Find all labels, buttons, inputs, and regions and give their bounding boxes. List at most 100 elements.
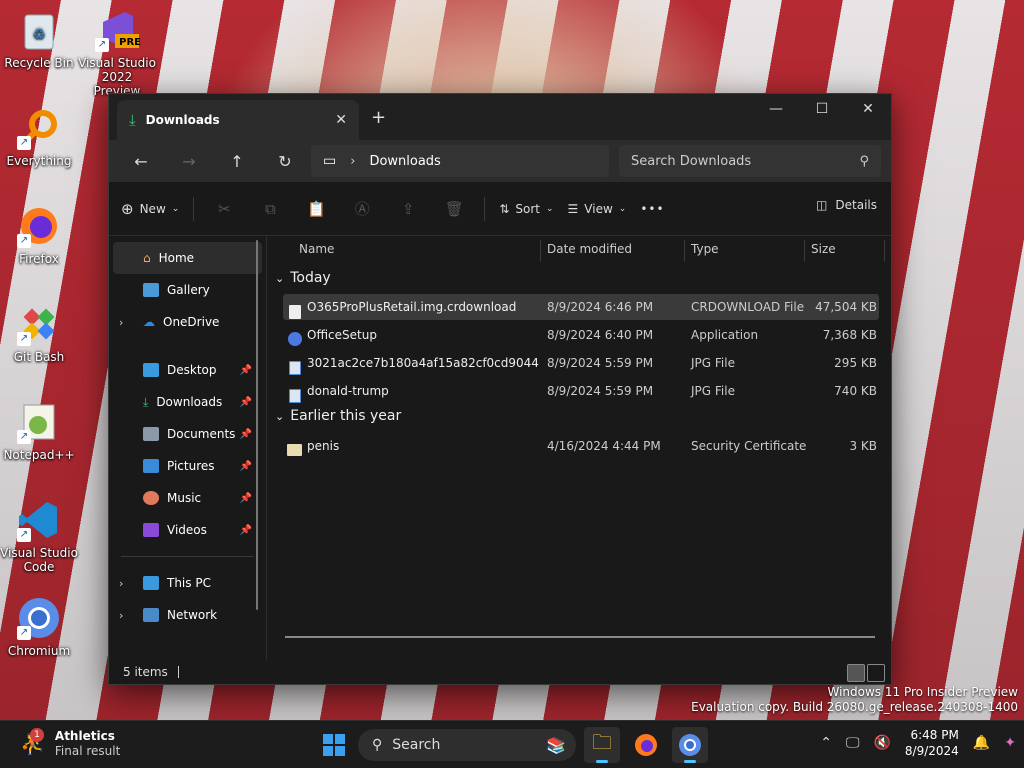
copilot-icon[interactable]: ✦ bbox=[1004, 735, 1016, 751]
file-list: Name Date modified Type Size ⌄ Today O36… bbox=[267, 236, 891, 660]
view-toggles bbox=[847, 664, 885, 682]
file-row[interactable]: penis 4/16/2024 4:44 PM Security Certifi… bbox=[283, 433, 879, 459]
file-row[interactable]: OfficeSetup 8/9/2024 6:40 PM Application… bbox=[283, 322, 879, 348]
pin-icon[interactable]: 📌 bbox=[240, 493, 252, 504]
tiles-view-toggle[interactable] bbox=[867, 664, 885, 682]
desktop-icon-notepadpp[interactable]: ↗ Notepad++ bbox=[0, 400, 78, 462]
start-button[interactable] bbox=[316, 727, 352, 763]
taskbar-firefox[interactable] bbox=[628, 727, 664, 763]
sidebar-item-videos[interactable]: Videos 📌 bbox=[109, 514, 266, 546]
chevron-right-icon[interactable]: › bbox=[119, 609, 123, 622]
address-bar[interactable]: ▭ › Downloads bbox=[311, 145, 609, 177]
navigation-bar: ← → ↑ ↻ ▭ › Downloads Search Downloads ⚲ bbox=[109, 140, 891, 182]
sidebar-item-onedrive[interactable]: › ☁ OneDrive bbox=[109, 306, 266, 338]
minimize-button[interactable]: — bbox=[753, 94, 799, 124]
widget-text: Athletics Final result bbox=[55, 729, 120, 759]
share-icon[interactable]: ⇪ bbox=[392, 200, 424, 218]
sidebar-item-network[interactable]: › Network bbox=[109, 599, 266, 631]
firefox-icon: ↗ bbox=[17, 204, 61, 248]
view-label: View bbox=[584, 201, 613, 216]
taskbar-search[interactable]: ⚲ Search 📚 bbox=[358, 729, 576, 761]
maximize-button[interactable]: ☐ bbox=[799, 94, 845, 124]
copy-icon[interactable]: ⧉ bbox=[254, 200, 286, 218]
item-count: 5 items bbox=[123, 665, 168, 679]
sidebar-item-desktop[interactable]: Desktop 📌 bbox=[109, 354, 266, 386]
cut-icon[interactable]: ✂ bbox=[208, 200, 240, 218]
chevron-up-icon[interactable]: ⌃ bbox=[820, 735, 832, 751]
file-row[interactable]: 3021ac2ce7b180a4af15a82cf0cd9044 8/9/202… bbox=[283, 350, 879, 376]
file-row[interactable]: donald-trump 8/9/2024 5:59 PM JPG File 7… bbox=[283, 378, 879, 404]
breadcrumb-downloads[interactable]: Downloads bbox=[369, 154, 440, 169]
desktop-icon-everything[interactable]: ↗ Everything bbox=[0, 106, 78, 168]
desktop-icon-firefox[interactable]: ↗ Firefox bbox=[0, 204, 78, 266]
widget-title: Athletics bbox=[54, 729, 115, 743]
desktop-icon-visual-studio-2022[interactable]: ↗ PRE Visual Studio 2022 Preview bbox=[78, 8, 156, 98]
file-row[interactable]: O365ProPlusRetail.img.crdownload 8/9/202… bbox=[283, 294, 879, 320]
taskbar-file-explorer[interactable]: 🗀 bbox=[584, 727, 620, 763]
sidebar-item-label: Gallery bbox=[167, 283, 210, 297]
chevron-down-icon: ⌄ bbox=[275, 271, 285, 285]
toolbar-divider bbox=[484, 196, 486, 221]
sidebar-item-documents[interactable]: Documents 📌 bbox=[109, 418, 266, 450]
widgets-button[interactable]: ⛹ 1 Athletics Final result bbox=[20, 728, 120, 759]
network-tray-icon[interactable]: 🖵 bbox=[846, 735, 860, 751]
paste-icon[interactable]: 📋 bbox=[300, 200, 332, 218]
sidebar-item-label: Desktop bbox=[167, 363, 217, 377]
view-button[interactable]: ☰ View ⌄ bbox=[568, 202, 627, 216]
pin-icon[interactable]: 📌 bbox=[240, 365, 252, 376]
delete-icon[interactable]: 🗑 bbox=[438, 200, 470, 218]
volume-muted-icon[interactable]: 🔇 bbox=[873, 735, 890, 751]
new-button[interactable]: ⊕ New ⌄ bbox=[121, 200, 179, 218]
chevron-right-icon[interactable]: › bbox=[119, 316, 123, 329]
group-header-today[interactable]: ⌄ Today bbox=[275, 270, 331, 286]
home-icon: ⌂ bbox=[143, 251, 151, 265]
pictures-icon bbox=[143, 459, 159, 473]
details-view-toggle[interactable] bbox=[847, 664, 865, 682]
new-tab-button[interactable]: + bbox=[371, 107, 386, 128]
tab-downloads[interactable]: ⤓ Downloads ✕ bbox=[117, 100, 359, 140]
details-pane-button[interactable]: ◫ Details bbox=[816, 198, 877, 212]
sort-button[interactable]: ⇅ Sort ⌄ bbox=[499, 202, 553, 216]
up-arrow-icon[interactable]: ↑ bbox=[213, 152, 261, 171]
sidebar-item-home[interactable]: ⌂ Home bbox=[113, 242, 262, 274]
refresh-icon[interactable]: ↻ bbox=[261, 152, 309, 171]
column-separator[interactable] bbox=[540, 240, 541, 262]
desktop-icon-vscode[interactable]: ↗ Visual Studio Code bbox=[0, 498, 78, 574]
close-tab-icon[interactable]: ✕ bbox=[335, 112, 347, 128]
sidebar-item-this-pc[interactable]: › This PC bbox=[109, 567, 266, 599]
chevron-right-icon[interactable]: › bbox=[119, 577, 123, 590]
pin-icon[interactable]: 📌 bbox=[240, 461, 252, 472]
pin-icon[interactable]: 📌 bbox=[240, 525, 252, 536]
column-separator[interactable] bbox=[684, 240, 685, 262]
rename-icon[interactable]: Ⓐ bbox=[346, 198, 378, 219]
back-arrow-icon[interactable]: ← bbox=[117, 152, 165, 171]
sidebar-item-gallery[interactable]: Gallery bbox=[109, 274, 266, 306]
column-name[interactable]: Name bbox=[299, 242, 334, 256]
column-separator[interactable] bbox=[884, 240, 885, 262]
forward-arrow-icon[interactable]: → bbox=[165, 152, 213, 171]
pin-icon[interactable]: 📌 bbox=[240, 397, 252, 408]
column-size[interactable]: Size bbox=[811, 242, 836, 256]
sidebar-item-pictures[interactable]: Pictures 📌 bbox=[109, 450, 266, 482]
sidebar-item-label: Videos bbox=[167, 523, 207, 537]
clock[interactable]: 6:48 PM 8/9/2024 bbox=[905, 727, 959, 759]
group-header-earlier-this-year[interactable]: ⌄ Earlier this year bbox=[275, 408, 401, 424]
pin-icon[interactable]: 📌 bbox=[240, 429, 252, 440]
taskbar-chromium[interactable] bbox=[672, 727, 708, 763]
column-date-modified[interactable]: Date modified bbox=[547, 242, 632, 256]
file-name: OfficeSetup bbox=[307, 328, 377, 342]
desktop-icon-git-bash[interactable]: ↗ Git Bash bbox=[0, 302, 78, 364]
close-window-button[interactable]: ✕ bbox=[845, 94, 891, 124]
sidebar-scrollbar[interactable] bbox=[256, 240, 258, 610]
sort-icon: ⇅ bbox=[499, 201, 510, 216]
horizontal-scrollbar[interactable] bbox=[285, 636, 875, 638]
more-options-button[interactable]: ••• bbox=[640, 202, 664, 216]
desktop-icon-recycle-bin[interactable]: ♻ Recycle Bin bbox=[0, 8, 78, 70]
notification-bell-icon[interactable]: 🔔 bbox=[973, 735, 990, 751]
column-type[interactable]: Type bbox=[691, 242, 719, 256]
desktop-icon-chromium[interactable]: ↗ Chromium bbox=[0, 596, 78, 658]
column-separator[interactable] bbox=[804, 240, 805, 262]
sidebar-item-downloads[interactable]: ⤓ Downloads 📌 bbox=[109, 386, 266, 418]
search-input[interactable]: Search Downloads ⚲ bbox=[619, 145, 881, 177]
sidebar-item-music[interactable]: Music 📌 bbox=[109, 482, 266, 514]
